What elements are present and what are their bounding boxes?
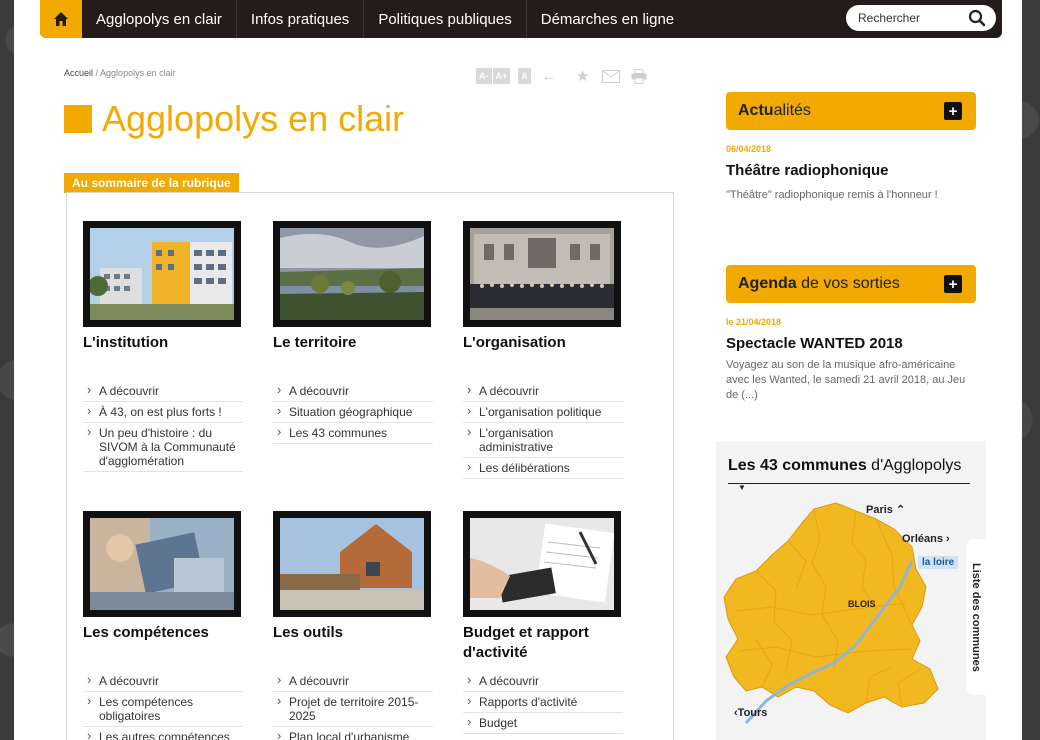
card-link[interactable]: Les 43 communes	[273, 423, 433, 444]
institution-thumbnail[interactable]	[83, 221, 241, 327]
search-input[interactable]	[858, 11, 968, 25]
news-plus-button[interactable]: +	[944, 102, 962, 120]
search-box	[846, 5, 996, 31]
card-link[interactable]: Les délibérations	[463, 458, 623, 479]
search-icon[interactable]	[968, 9, 986, 27]
font-smaller-button[interactable]: A-	[476, 68, 492, 84]
map-label-orleans[interactable]: Orléans ›	[902, 533, 950, 545]
nav-item-agglopolys-en-clair[interactable]: Agglopolys en clair	[82, 0, 237, 38]
map-label-paris[interactable]: Paris ⌃	[866, 503, 905, 516]
card-link[interactable]: Un peu d'histoire : du SIVOM à la Commun…	[83, 423, 243, 472]
card-institution: L'institution A découvrir À 43, on est p…	[83, 221, 253, 472]
card-link[interactable]: A découvrir	[83, 671, 243, 692]
card-links: A découvrir L'organisation politique L'o…	[463, 381, 623, 479]
map-title-bold: Les 43 communes	[728, 457, 867, 474]
news-title[interactable]: Théâtre radiophonique	[726, 162, 889, 179]
page-title: Agglopolys en clair	[102, 98, 405, 139]
card-budget: Budget et rapport d'activité A découvrir…	[463, 511, 633, 734]
news-header-rest: alités	[773, 102, 811, 119]
agenda-header-bold: Agenda	[738, 275, 797, 292]
territoire-thumbnail[interactable]	[273, 221, 431, 327]
font-larger-button[interactable]: A+	[492, 68, 511, 84]
card-title[interactable]: Les compétences	[83, 623, 253, 643]
card-title[interactable]: L'institution	[83, 333, 253, 353]
organisation-thumbnail[interactable]	[463, 221, 621, 327]
home-icon	[54, 12, 68, 26]
page-title-block: Agglopolys en clair	[64, 98, 404, 140]
competences-thumbnail[interactable]	[83, 511, 241, 617]
card-outils: Les outils A découvrir Projet de territo…	[273, 511, 443, 740]
communes-map-box: Les 43 communes d'Agglopolys ▼ Paris ⌃ O…	[716, 441, 986, 740]
agenda-date: le 21/04/2018	[726, 317, 782, 327]
card-link[interactable]: À 43, on est plus forts !	[83, 402, 243, 423]
communes-map[interactable]	[716, 491, 966, 740]
news-header[interactable]: Actu alités +	[726, 92, 976, 130]
section-summary-label: Au sommaire de la rubrique	[64, 173, 239, 193]
nav-item-infos-pratiques[interactable]: Infos pratiques	[237, 0, 365, 38]
agenda-header-rest: de vos sorties	[796, 275, 900, 292]
nav-item-demarches-en-ligne[interactable]: Démarches en ligne	[527, 0, 688, 38]
card-links: A découvrir Situation géographique Les 4…	[273, 381, 433, 444]
agenda-text: Voyagez au son de la musique afro-améric…	[726, 359, 966, 401]
card-link[interactable]: A découvrir	[83, 381, 243, 402]
card-links: A découvrir Les compétences obligatoires…	[83, 671, 243, 740]
card-links: A découvrir Projet de territoire 2015-20…	[273, 671, 433, 740]
card-link[interactable]: Rapports d'activité	[463, 692, 623, 713]
map-title-rest: d'Agglopolys	[866, 457, 962, 474]
map-label-tours[interactable]: ‹Tours	[734, 707, 767, 719]
card-title[interactable]: Les outils	[273, 623, 443, 643]
map-title-rule	[728, 483, 970, 484]
card-title[interactable]: Le territoire	[273, 333, 443, 353]
card-link[interactable]: Les compétences obligatoires	[83, 692, 243, 727]
page: Agglopolys en clair Infos pratiques Poli…	[14, 0, 1022, 740]
news-header-bold: Actu	[738, 102, 774, 119]
agenda-header[interactable]: Agenda de vos sorties +	[726, 265, 976, 303]
card-link[interactable]: A découvrir	[273, 671, 433, 692]
card-link[interactable]: A découvrir	[463, 671, 623, 692]
email-icon[interactable]	[601, 68, 621, 84]
card-link[interactable]: A découvrir	[463, 381, 623, 402]
nav-item-politiques-publiques[interactable]: Politiques publiques	[364, 0, 527, 38]
news-date: 06/04/2018	[726, 144, 772, 154]
agenda-title[interactable]: Spectacle WANTED 2018	[726, 335, 903, 352]
card-link[interactable]: L'organisation politique	[463, 402, 623, 423]
agenda-plus-button[interactable]: +	[944, 275, 962, 293]
news-text: "Théâtre" radiophonique remis à l'honneu…	[726, 189, 938, 201]
map-label-loire: la loire	[918, 556, 959, 569]
card-organisation: L'organisation A découvrir L'organisatio…	[463, 221, 633, 479]
breadcrumb-home-link[interactable]: Accueil	[64, 68, 93, 78]
card-title[interactable]: Budget et rapport d'activité	[463, 623, 633, 663]
card-territoire: Le territoire A découvrir Situation géog…	[273, 221, 443, 444]
card-competences: Les compétences A découvrir Les compéten…	[83, 511, 253, 740]
card-links: A découvrir À 43, on est plus forts ! Un…	[83, 381, 243, 472]
card-link[interactable]: Plan local d'urbanisme	[273, 727, 433, 740]
summary-box: L'institution A découvrir À 43, on est p…	[66, 192, 674, 740]
card-link[interactable]: Projet de territoire 2015-2025	[273, 692, 433, 727]
card-link[interactable]: Budget	[463, 713, 623, 734]
map-label-blois: BLOIS	[848, 599, 876, 609]
favorite-star-icon[interactable]: ★	[573, 68, 593, 85]
print-icon[interactable]	[629, 68, 649, 84]
title-square	[64, 105, 92, 133]
card-link[interactable]: Situation géographique	[273, 402, 433, 423]
card-link[interactable]: Les autres compétences	[83, 727, 243, 740]
page-tools: A- A+ A ← ★	[476, 68, 649, 85]
breadcrumb-current: Agglopolys en clair	[100, 68, 176, 78]
card-link[interactable]: A découvrir	[273, 381, 433, 402]
font-reset-button[interactable]: A	[518, 68, 531, 84]
card-links: A découvrir Rapports d'activité Budget	[463, 671, 623, 734]
back-arrow-icon[interactable]: ←	[539, 68, 559, 85]
home-button[interactable]	[40, 0, 82, 38]
outils-thumbnail[interactable]	[273, 511, 431, 617]
communes-list-tab[interactable]: Liste des communes	[966, 539, 986, 695]
budget-thumbnail[interactable]	[463, 511, 621, 617]
card-link[interactable]: L'organisation administrative	[463, 423, 623, 458]
main-nav: Agglopolys en clair Infos pratiques Poli…	[40, 0, 1002, 38]
breadcrumb: Accueil / Agglopolys en clair	[64, 68, 176, 78]
map-title: Les 43 communes d'Agglopolys	[728, 457, 961, 475]
card-title[interactable]: L'organisation	[463, 333, 633, 353]
